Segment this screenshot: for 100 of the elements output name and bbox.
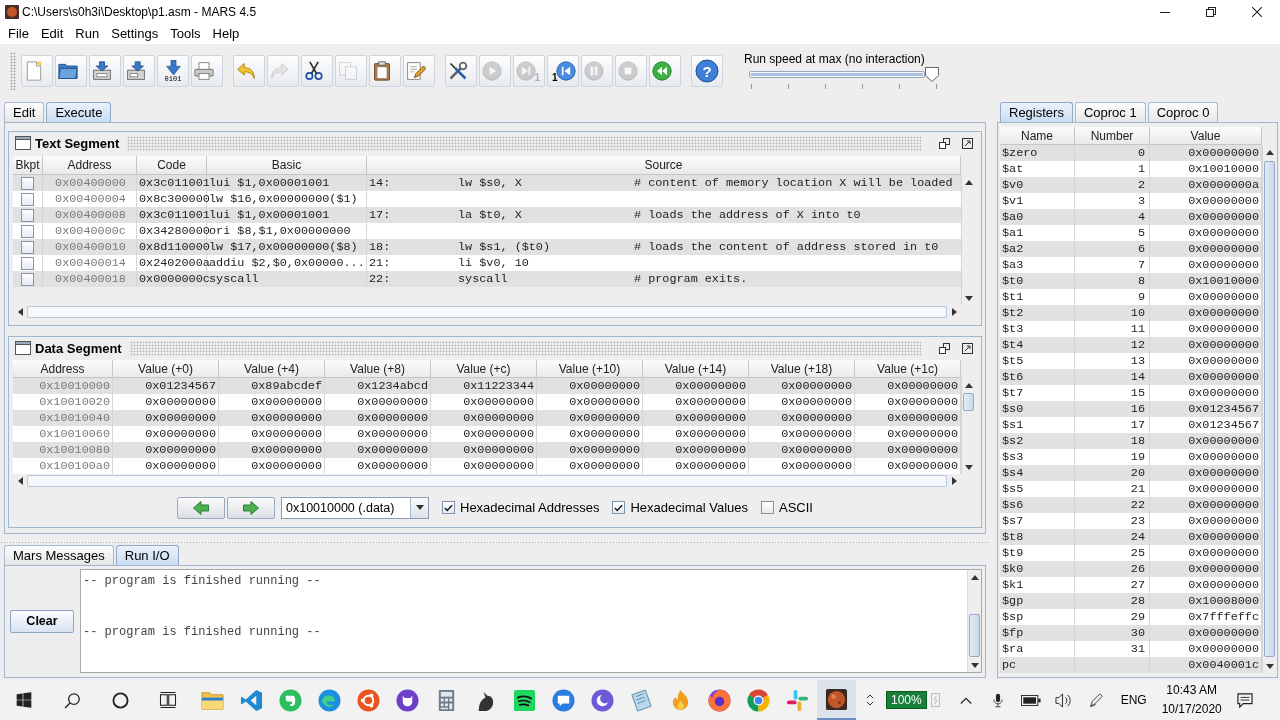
column-header[interactable]: Basic [207, 156, 367, 175]
microphone-icon[interactable] [992, 692, 1003, 708]
column-header[interactable]: Source [367, 156, 961, 175]
scroll-thumb[interactable] [963, 393, 974, 411]
breakpoint-checkbox[interactable] [21, 208, 34, 222]
breakpoint-checkbox[interactable] [21, 272, 34, 286]
clock-date[interactable]: 10/17/2020 [1161, 700, 1222, 719]
restore-icon[interactable] [1206, 7, 1216, 17]
scroll-thumb[interactable] [1264, 161, 1275, 657]
maximize-icon[interactable] [962, 342, 973, 354]
next-button[interactable] [227, 496, 275, 519]
toolbar-grip[interactable] [10, 52, 16, 90]
column-header[interactable]: Address [43, 156, 137, 175]
percent-indicator[interactable]: 100% [886, 691, 927, 709]
left-arrow-icon[interactable] [17, 308, 23, 316]
tab[interactable]: Coproc 1 [1074, 102, 1146, 122]
checkbox[interactable] [442, 501, 455, 514]
toolbar-button[interactable]: 1 [547, 55, 579, 87]
scroll-thumb[interactable] [27, 306, 947, 318]
up-arrow-icon[interactable] [965, 179, 973, 185]
checkbox[interactable] [612, 501, 626, 514]
toolbar-button[interactable] [123, 55, 155, 87]
breakpoint-checkbox[interactable] [21, 240, 34, 254]
right-arrow-icon[interactable] [951, 477, 957, 485]
chevron-up-icon[interactable] [959, 696, 972, 704]
tab[interactable]: Coproc 0 [1147, 102, 1219, 122]
menu-item[interactable]: Tools [164, 25, 207, 43]
maximize-icon[interactable] [962, 137, 973, 149]
breakpoint-checkbox[interactable] [21, 224, 34, 238]
down-arrow-icon[interactable] [971, 662, 979, 668]
toolbar-button[interactable] [445, 55, 477, 87]
scroll-thumb[interactable] [969, 614, 980, 657]
table-row[interactable]: 0x00400010 0x8d110000lw $17,0x00000000($8) 18: lw $s1, ($t0) # loads the content of address stored in t0 [13, 239, 961, 255]
tab[interactable]: Edit [4, 102, 45, 122]
down-arrow-icon[interactable] [965, 464, 973, 470]
up-arrow-icon[interactable] [1266, 149, 1274, 155]
scroll-thumb[interactable] [27, 475, 947, 487]
menu-item[interactable]: Settings [105, 25, 165, 43]
toolbar-button[interactable] [55, 55, 87, 87]
menu-item[interactable]: Run [69, 25, 106, 43]
table-row[interactable]: 0x00400014 0x2402000aaddiu $2,$0,0x00000... 21: li $v0, 10 [13, 255, 961, 271]
menu-item[interactable]: Help [206, 25, 246, 43]
column-header[interactable]: Address [13, 360, 113, 378]
menu-item[interactable]: Edit [34, 25, 70, 43]
up-arrow-icon[interactable] [971, 574, 979, 580]
clear-button[interactable]: Clear [10, 609, 74, 633]
left-arrow-icon[interactable] [17, 477, 23, 485]
slider-thumb[interactable] [925, 67, 939, 82]
breakpoint-checkbox[interactable] [21, 192, 34, 206]
tab[interactable]: Run I/O [115, 545, 179, 565]
right-arrow-icon[interactable] [951, 308, 957, 316]
search-icon[interactable] [63, 691, 81, 709]
checkbox-label[interactable]: ASCII [779, 500, 813, 515]
address-dropdown[interactable]: 0x10010000 (.data) [281, 496, 429, 519]
down-arrow-icon[interactable] [965, 295, 973, 301]
table-row[interactable]: 0x00400004 0x8c300000lw $16,0x00000000($1) [13, 191, 961, 207]
column-header[interactable]: Value [1150, 127, 1262, 145]
toolbar-button[interactable] [369, 55, 401, 87]
table-row[interactable]: 0x00400008 0x3c011001lui $1,0x00001001 17: la $t0, X # loads the address of X into t0 [13, 207, 961, 223]
toolbar-button[interactable]: ? [691, 55, 723, 87]
column-header[interactable]: Value (+c) [431, 360, 537, 378]
scrollbar[interactable] [967, 570, 981, 672]
breakpoint-checkbox[interactable] [21, 176, 34, 190]
toolbar-button[interactable] [89, 55, 121, 87]
tab[interactable]: Registers [1000, 102, 1073, 122]
drag-grip[interactable] [127, 135, 921, 151]
column-header[interactable]: Code [137, 156, 207, 175]
output-area[interactable]: -- program is finished running -- -- program is finished running -- [80, 569, 982, 673]
checkbox-label[interactable]: Hexadecimal Addresses [460, 500, 600, 515]
column-header[interactable]: Value (+0) [113, 360, 219, 378]
menu-item[interactable]: File [2, 25, 35, 43]
speaker-icon[interactable] [1054, 692, 1071, 708]
column-header[interactable]: Name [1000, 127, 1075, 145]
table-row[interactable]: 0x0040000c 0x34280000ori $8,$1,0x00000000 [13, 223, 961, 239]
previous-button[interactable] [177, 496, 225, 519]
battery-icon[interactable] [1020, 694, 1041, 706]
restore-icon[interactable] [939, 137, 950, 149]
breakpoint-checkbox[interactable] [21, 256, 34, 270]
pen-icon[interactable] [1089, 692, 1105, 708]
toolbar-button[interactable] [301, 55, 333, 87]
column-header[interactable]: Value (+14) [643, 360, 749, 378]
column-header[interactable]: Bkpt [13, 156, 43, 175]
column-header[interactable]: Number [1075, 127, 1150, 145]
table-row[interactable]: 0x00400000 0x3c011001lui $1,0x00001001 14: lw $s0, X # content of memory location X will be loaded [13, 175, 961, 191]
taskbar-button[interactable] [817, 680, 856, 720]
column-header[interactable]: Value (+18) [749, 360, 855, 378]
drag-grip[interactable] [129, 340, 921, 356]
minimize-icon[interactable] [1160, 11, 1170, 13]
stacked-windows-icon[interactable] [159, 691, 177, 709]
language-indicator[interactable]: ENG [1120, 693, 1147, 707]
ring-icon[interactable] [111, 691, 129, 709]
tab[interactable]: Mars Messages [4, 545, 114, 565]
tab[interactable]: Execute [46, 102, 112, 122]
close-icon[interactable] [1252, 7, 1262, 17]
table-row[interactable]: 0x00400018 0x0000000csyscall 22: syscall # program exits. [13, 271, 961, 287]
checkbox-label[interactable]: Hexadecimal Values [630, 500, 748, 515]
notification-icon[interactable] [1236, 692, 1253, 708]
down-arrow-icon[interactable] [1266, 663, 1274, 669]
column-header[interactable]: Value (+1c) [855, 360, 961, 378]
up-arrow-icon[interactable] [965, 382, 973, 388]
